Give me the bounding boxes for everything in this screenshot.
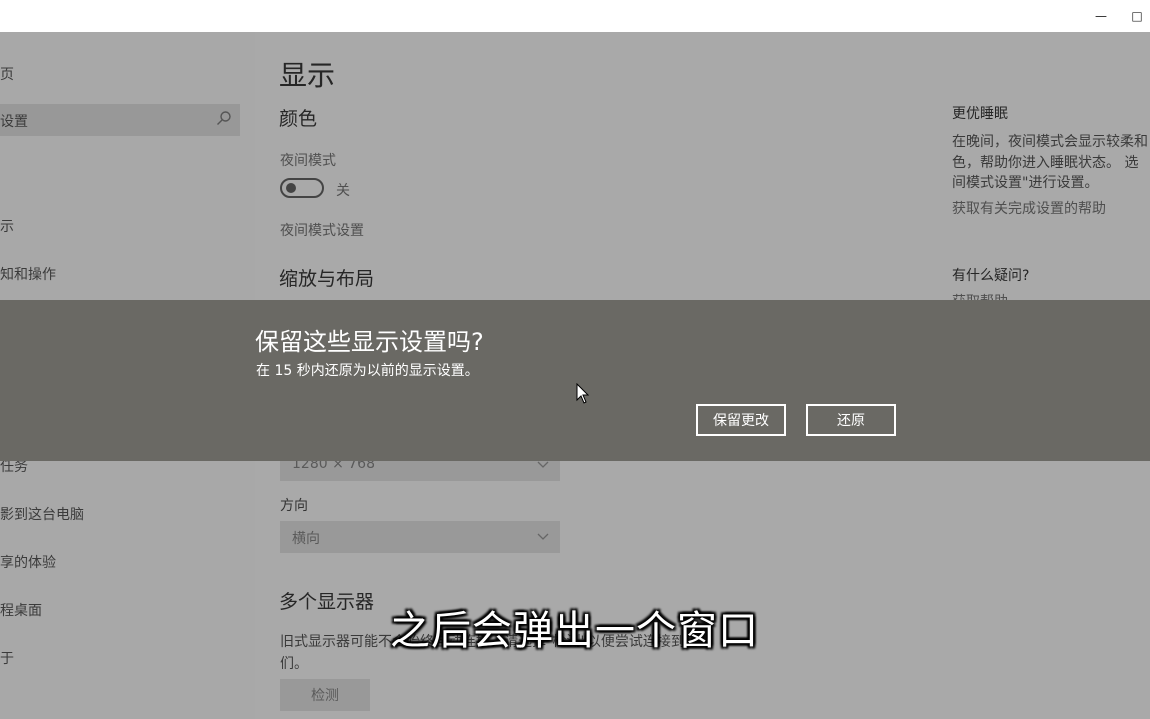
multi-display-desc-cont: 们。 [280,656,308,672]
night-mode-toggle[interactable] [280,178,324,198]
revert-button[interactable]: 还原 [806,404,896,436]
multi-display-heading: 多个显示器 [279,591,375,613]
dialog-message: 在 15 秒内还原为以前的显示设置。 [256,363,479,379]
chevron-down-icon [537,533,549,540]
mouse-cursor-icon [576,383,590,404]
sidebar-item-home[interactable]: 页 [0,64,14,84]
night-mode-settings-link[interactable]: 夜间模式设置 [280,220,364,240]
keep-changes-button[interactable]: 保留更改 [696,404,786,436]
minimize-button[interactable]: — [1078,0,1124,32]
minimize-icon: — [1095,9,1107,23]
orientation-label: 方向 [280,498,308,514]
sidebar-item-projecting[interactable]: 影到这台电脑 [0,504,84,524]
orientation-value: 横向 [292,531,320,547]
title-bar: — □ [0,0,1150,32]
sleep-desc-end: 间模式设置"进行设置。 [952,175,1099,191]
sleep-desc-cont: 色，帮助你进入睡眠状态。 选 [952,155,1139,171]
question-heading: 有什么疑问? [952,268,1030,284]
night-mode-label: 夜间模式 [280,153,336,169]
sidebar-item-about[interactable]: 于 [0,648,14,668]
sleep-desc: 在晚间，夜间模式会显示较柔和 [952,134,1148,150]
sidebar-item-shared-experiences[interactable]: 享的体验 [0,552,56,572]
maximize-button[interactable]: □ [1124,0,1150,32]
sleep-help-link[interactable]: 获取有关完成设置的帮助 [952,198,1106,218]
scale-heading: 缩放与布局 [279,268,375,290]
toggle-knob [286,183,296,193]
orientation-dropdown[interactable]: 横向 [280,521,560,553]
night-mode-state: 关 [336,183,350,199]
page-title: 显示 [279,59,336,92]
search-icon[interactable] [216,110,232,126]
keep-settings-dialog: 保留这些显示设置吗? 在 15 秒内还原为以前的显示设置。 保留更改 还原 [0,300,1150,461]
color-heading: 颜色 [279,108,318,130]
search-placeholder: 设置 [0,114,28,130]
dialog-title: 保留这些显示设置吗? [255,328,484,356]
search-input[interactable]: 设置 [0,104,240,136]
sidebar-item-display[interactable]: 示 [0,216,14,236]
sleep-heading: 更优睡眠 [952,106,1008,122]
sidebar-item-remote-desktop[interactable]: 程桌面 [0,600,42,620]
maximize-icon: □ [1131,9,1143,23]
detect-button[interactable]: 检测 [280,679,370,711]
video-caption: 之后会弹出一个窗口 [390,608,759,654]
sidebar-item-notifications[interactable]: 知和操作 [0,264,56,284]
